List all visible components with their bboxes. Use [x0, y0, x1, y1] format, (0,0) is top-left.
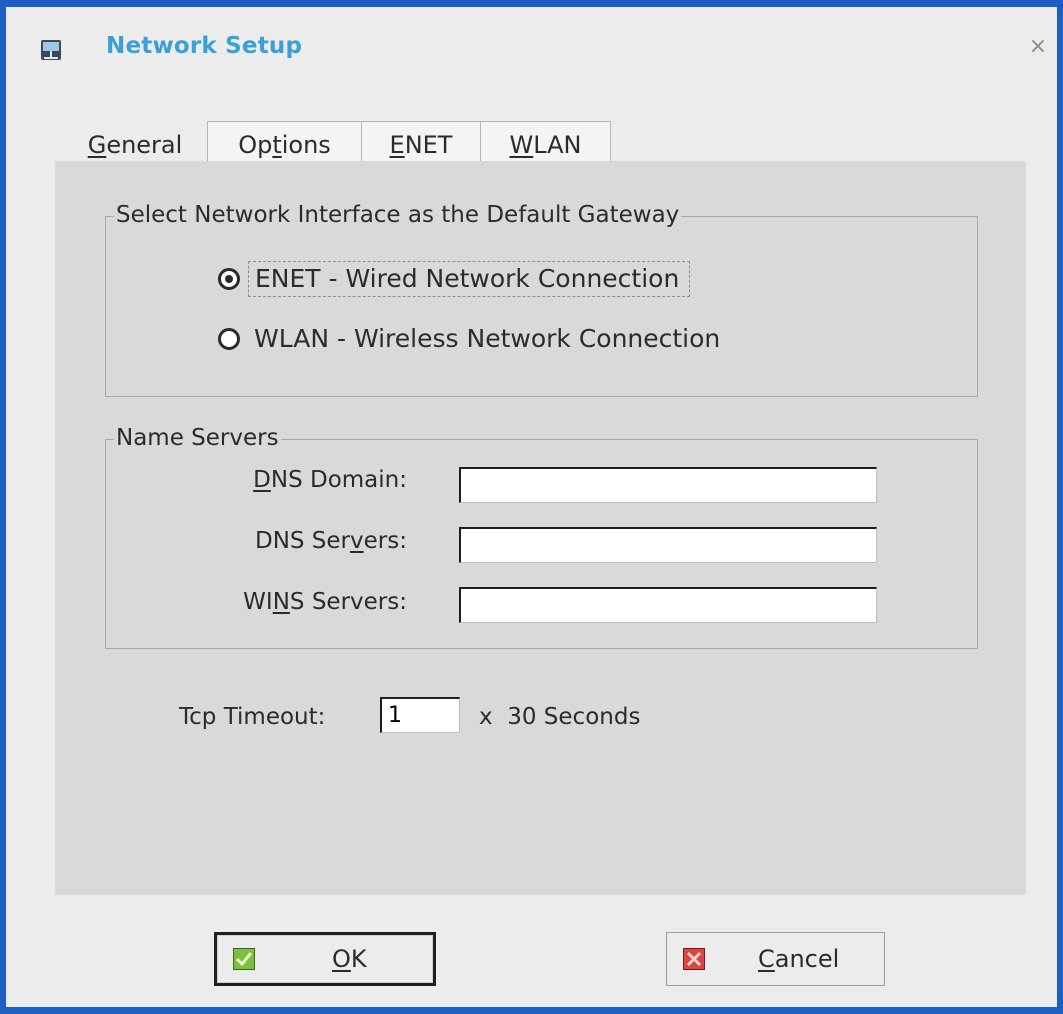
- cancel-button[interactable]: Cancel: [666, 932, 885, 986]
- tab-options-label-pre: Op: [238, 131, 273, 159]
- tab-options-mnemonic: t: [272, 131, 282, 159]
- general-tab-panel: Select Network Interface as the Default …: [55, 161, 1026, 895]
- radio-enet-label: ENET - Wired Network Connection: [248, 261, 691, 297]
- name-servers-group-title: Name Servers: [114, 425, 281, 451]
- radio-enet[interactable]: ENET - Wired Network Connection: [218, 261, 691, 297]
- cancel-button-label: Cancel: [758, 945, 839, 973]
- close-button[interactable]: ×: [1028, 36, 1048, 58]
- tab-options-label: ions: [281, 131, 331, 159]
- ok-button-text: K: [350, 945, 367, 973]
- dns-servers-mnemonic: v: [350, 528, 364, 554]
- cancel-mnemonic: C: [758, 945, 775, 973]
- dns-domain-mnemonic: D: [253, 467, 271, 493]
- tab-enet-mnemonic: E: [389, 131, 405, 159]
- tab-general-label: eneral: [106, 131, 183, 159]
- tcp-timeout-input[interactable]: [380, 697, 460, 733]
- dns-servers-input[interactable]: [459, 527, 877, 563]
- ok-button[interactable]: OK: [214, 932, 436, 986]
- tcp-timeout-unit: x 30 Seconds: [479, 704, 641, 730]
- dns-servers-label-text: ers:: [363, 528, 407, 554]
- tab-wlan-label: LAN: [533, 131, 582, 159]
- wins-servers-input[interactable]: [459, 587, 877, 623]
- tcp-timeout-label: Tcp Timeout:: [179, 704, 326, 730]
- ok-button-label: OK: [332, 945, 367, 973]
- dns-domain-label-text: NS Domain:: [270, 467, 407, 493]
- ok-mnemonic: O: [332, 945, 351, 973]
- radio-wlan-label: WLAN - Wireless Network Connection: [254, 324, 721, 353]
- dns-domain-input[interactable]: [459, 467, 877, 503]
- dns-servers-label: DNS Servers:: [167, 528, 407, 554]
- check-icon: [233, 948, 255, 970]
- wins-servers-label-pre: WI: [243, 589, 273, 615]
- cancel-button-text: ancel: [774, 945, 840, 973]
- wins-servers-label-text: S Servers:: [289, 589, 407, 615]
- network-setup-dialog: Network Setup × General Op t ions E NET W LA…: [6, 7, 1057, 1007]
- tab-general-mnemonic: G: [87, 131, 107, 159]
- wins-servers-mnemonic: N: [272, 589, 290, 615]
- default-gateway-group: [105, 216, 978, 397]
- radio-enet-button[interactable]: [218, 268, 240, 290]
- window-title: Network Setup: [106, 33, 303, 59]
- radio-wlan-button[interactable]: [218, 327, 240, 350]
- network-icon: [41, 40, 61, 60]
- x-icon: [683, 948, 705, 970]
- default-gateway-group-title: Select Network Interface as the Default …: [114, 202, 682, 228]
- dns-servers-label-pre: DNS Ser: [254, 528, 351, 554]
- wins-servers-label: WINS Servers:: [167, 589, 407, 615]
- tab-wlan-mnemonic: W: [509, 131, 534, 159]
- radio-wlan[interactable]: WLAN - Wireless Network Connection: [218, 324, 720, 353]
- tab-enet-label: NET: [404, 131, 453, 159]
- radio-selected-dot: [225, 275, 233, 283]
- dns-domain-label: DNS Domain:: [167, 467, 407, 493]
- title-bar: Network Setup ×: [6, 7, 1057, 87]
